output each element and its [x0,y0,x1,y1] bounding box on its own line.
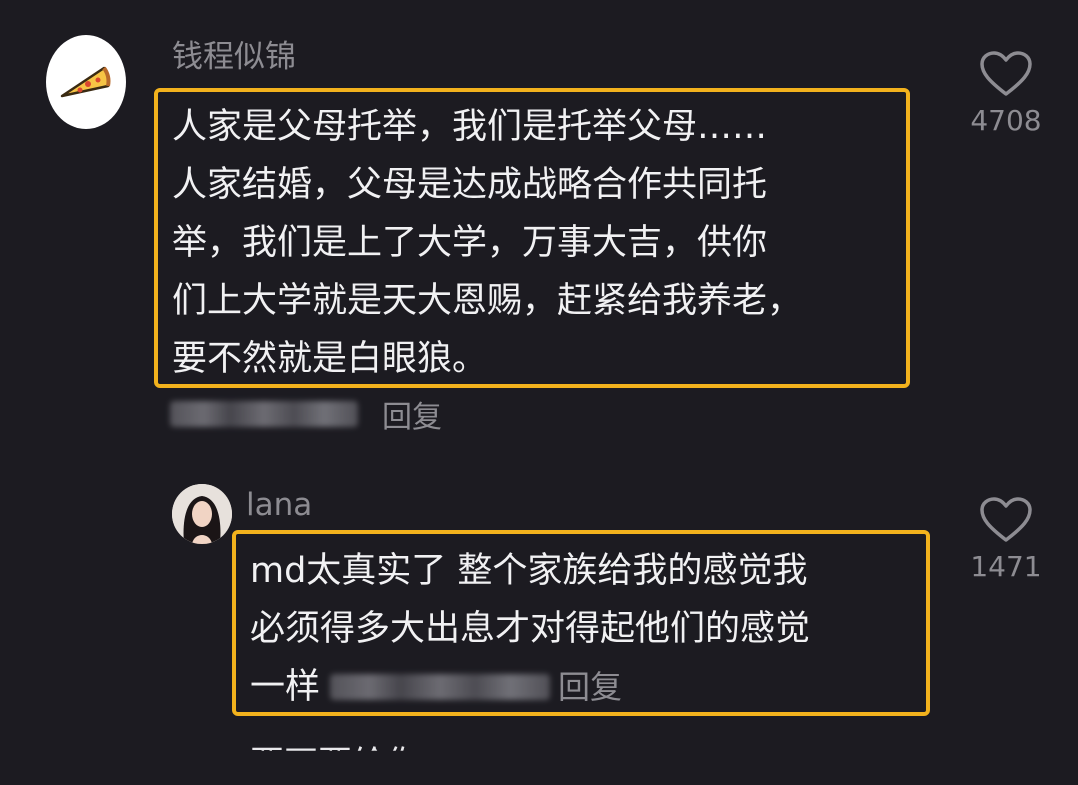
comment-username[interactable]: 钱程似锦 [172,42,296,73]
girl-avatar-icon [172,484,232,544]
comment-line: 人家是父母托举，我们是托举父母…… [172,107,768,147]
like-count: 1471 [970,550,1042,583]
comment-line: md太真实了 整个家族给我的感觉我 [250,551,808,591]
pizza-icon [60,66,111,98]
blurred-timestamp [330,674,551,700]
like-group: 4708 [964,50,1048,137]
comment-line: 们上大学就是天大恩赐，赶紧给我养老， [172,281,803,321]
comment-text-box: md太真实了 整个家族给我的感觉我 必须得多大出息才对得起他们的感觉 一样 回复 [232,530,930,716]
comment-line: 一样 回复 [250,658,926,712]
comment-line-end: 一样 [250,667,321,707]
comment-username[interactable]: lana [246,490,312,521]
heart-icon[interactable] [979,496,1033,544]
avatar[interactable] [46,35,126,129]
comment-meta: 回复 [170,392,442,436]
next-comment-preview: 要不要给你 [250,744,420,784]
comment-line: 要不然就是白眼狼。 [172,339,488,379]
blurred-timestamp [170,401,358,427]
like-group: 1471 [964,496,1048,583]
heart-icon[interactable] [979,50,1033,98]
comment-text-box: 人家是父母托举，我们是托举父母…… 人家结婚，父母是达成战略合作共同托 举，我们… [154,88,910,388]
reply-button[interactable]: 回复 [558,658,622,712]
reply-button[interactable]: 回复 [382,392,442,436]
avatar[interactable] [172,484,232,544]
like-count: 4708 [970,104,1042,137]
comment-line: 举，我们是上了大学，万事大吉，供你 [172,223,768,263]
comment-line: 人家结婚，父母是达成战略合作共同托 [172,165,768,205]
comment-line: 必须得多大出息才对得起他们的感觉 [250,609,811,649]
